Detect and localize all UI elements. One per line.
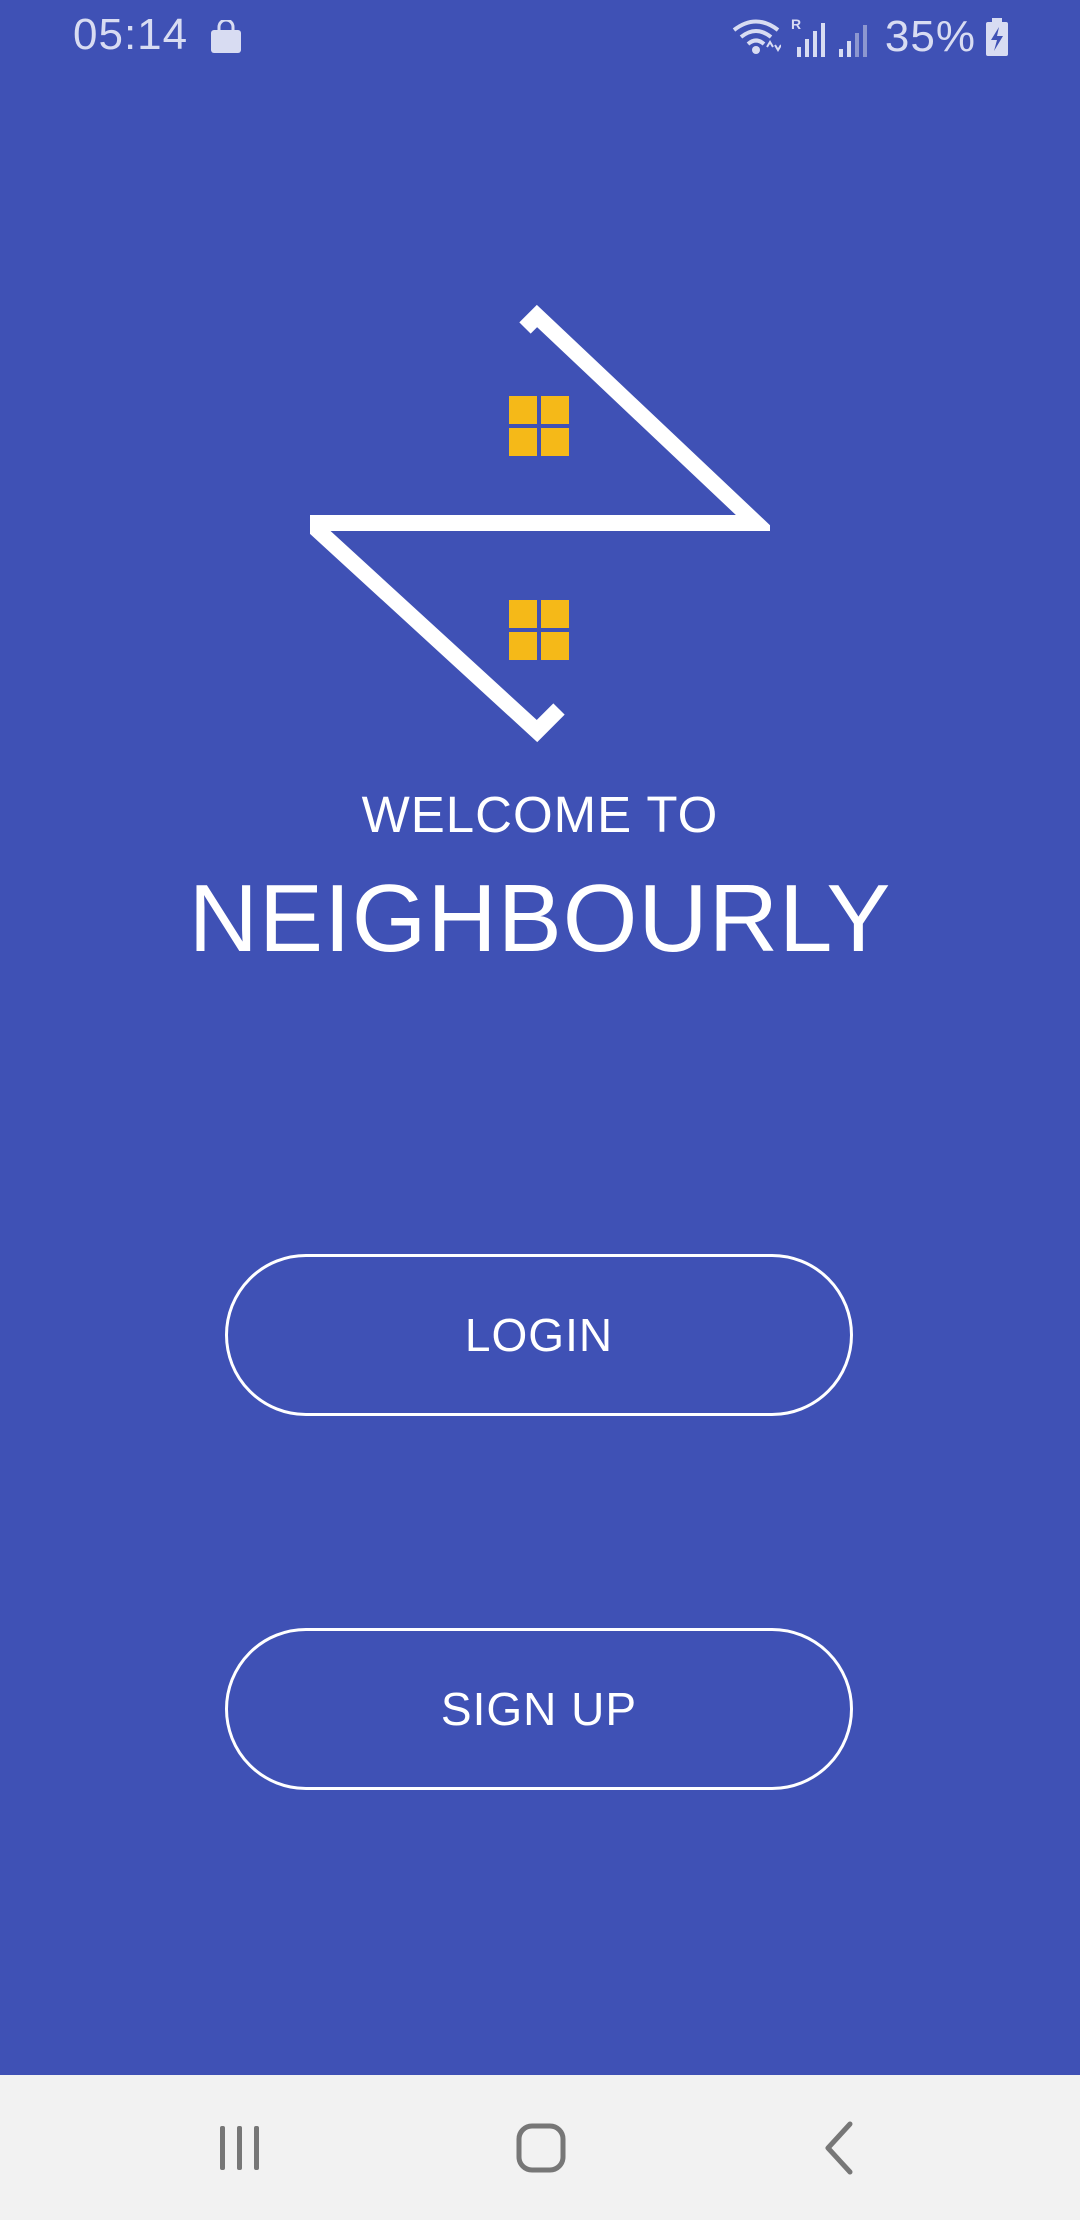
status-time: 05:14 bbox=[73, 10, 189, 59]
navigation-bar bbox=[0, 2075, 1080, 2220]
welcome-text: WELCOME TO bbox=[361, 786, 719, 843]
battery-charging-icon bbox=[986, 18, 1008, 56]
battery-percent: 35% bbox=[884, 12, 976, 61]
recent-apps-icon bbox=[220, 2125, 259, 2170]
home-icon bbox=[516, 2123, 566, 2172]
signal-icon bbox=[838, 25, 867, 57]
back-icon bbox=[825, 2121, 853, 2174]
svg-text:R: R bbox=[791, 16, 801, 32]
login-button[interactable]: LOGIN bbox=[225, 1254, 853, 1416]
neighbourly-logo bbox=[310, 304, 770, 743]
status-icons: R 35% bbox=[731, 12, 1010, 61]
window-icon bbox=[509, 600, 569, 660]
app-name-title: NEIGHBOURLY bbox=[188, 865, 892, 972]
status-bar: 05:14 R 35% bbox=[0, 0, 1080, 74]
home-button[interactable] bbox=[461, 2075, 621, 2220]
logo-lines bbox=[310, 304, 770, 743]
shopping-bag-icon bbox=[211, 20, 241, 53]
recent-apps-button[interactable] bbox=[160, 2075, 320, 2220]
window-icon bbox=[509, 396, 569, 456]
signal-roaming-icon: R bbox=[791, 16, 825, 57]
wifi-icon bbox=[732, 19, 781, 54]
back-button[interactable] bbox=[762, 2075, 922, 2220]
signup-button[interactable]: SIGN UP bbox=[225, 1628, 853, 1790]
